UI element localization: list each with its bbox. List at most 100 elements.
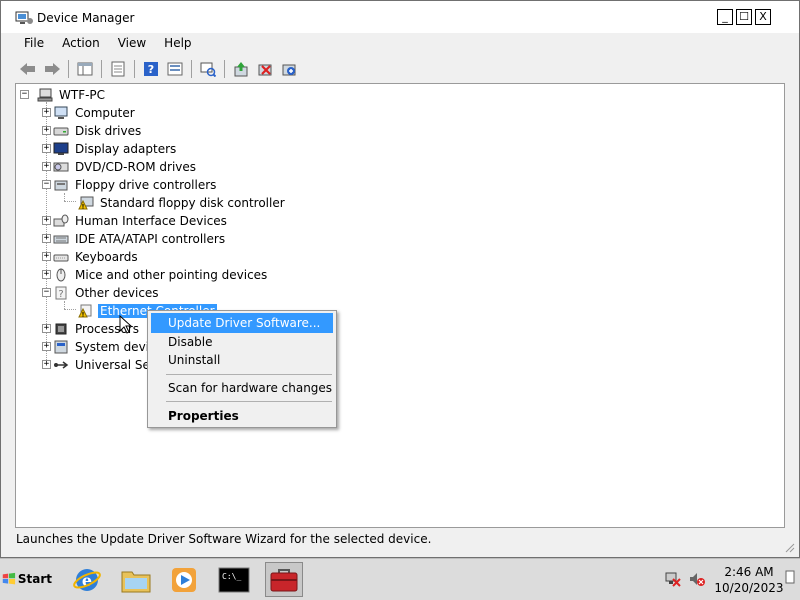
expand-icon[interactable]: + [42, 234, 51, 243]
tree-item-disk-drives[interactable]: + Disk drives [42, 122, 143, 140]
tree-item-other-devices[interactable]: − ? Other devices [42, 284, 161, 302]
help-icon[interactable]: ? [141, 59, 161, 79]
network-disconnected-icon[interactable] [664, 570, 682, 588]
collapse-icon[interactable]: − [42, 180, 51, 189]
back-arrow-icon[interactable] [18, 59, 38, 79]
toolbar-separator [101, 59, 102, 78]
system-device-icon [54, 340, 68, 354]
keyboard-icon [53, 254, 69, 262]
properties-sheet-icon[interactable] [108, 59, 128, 79]
tree-line [64, 193, 65, 201]
update-driver-icon[interactable] [231, 59, 251, 79]
tree-item-display-adapters[interactable]: + Display adapters [42, 140, 178, 158]
svg-text:C:\_: C:\_ [222, 572, 241, 581]
expand-icon[interactable]: + [42, 126, 51, 135]
toolbar-separator [68, 59, 69, 78]
expand-icon[interactable]: + [42, 162, 51, 171]
uninstall-icon[interactable] [255, 59, 275, 79]
tree-item-label: Other devices [75, 286, 159, 300]
title-bar[interactable]: Device Manager _ ☐ X [1, 1, 799, 33]
minimize-button[interactable]: _ [717, 9, 733, 25]
disk-drive-icon [53, 127, 69, 136]
tree-line [64, 201, 76, 202]
tree-item-label: Display adapters [75, 142, 177, 156]
tree-item-label: Disk drives [75, 124, 142, 138]
expand-icon[interactable]: + [42, 252, 51, 261]
internet-explorer-icon[interactable]: e [68, 562, 106, 597]
tree-item-label: DVD/CD-ROM drives [75, 160, 197, 174]
toolbar-separator [224, 59, 225, 78]
tree-item-label: Standard floppy disk controller [100, 196, 285, 210]
volume-muted-icon[interactable] [688, 570, 706, 588]
hid-icon [53, 214, 69, 227]
enable-device-icon[interactable] [279, 59, 299, 79]
tree-item-label: Floppy drive controllers [75, 178, 217, 192]
show-desktop-icon[interactable] [785, 569, 795, 587]
tree-item-keyboards[interactable]: + Keyboards [42, 248, 140, 266]
windows-logo-icon [2, 572, 16, 585]
warning-device-icon: ! [78, 304, 92, 318]
tree-line [64, 309, 76, 310]
start-button[interactable]: Start [2, 564, 52, 594]
window-title: Device Manager [37, 11, 135, 25]
tree-item-label: Keyboards [75, 250, 138, 264]
command-prompt-icon[interactable]: C:\_ [215, 562, 253, 597]
show-hide-tree-icon[interactable] [75, 59, 95, 79]
windows-explorer-icon[interactable] [117, 562, 155, 597]
clock-time: 2:46 AM [724, 565, 774, 579]
device-tree[interactable]: − WTF-PC + Computer + Disk drives + Disp… [15, 83, 785, 528]
collapse-icon[interactable]: − [42, 288, 51, 297]
dvd-drive-icon [53, 162, 69, 172]
view-icon[interactable] [165, 59, 185, 79]
tree-item-human-interface-devices[interactable]: + Human Interface Devices [42, 212, 229, 230]
status-bar: Launches the Update Driver Software Wiza… [16, 532, 432, 546]
maximize-button[interactable]: ☐ [736, 9, 752, 25]
taskbar-clock[interactable]: 2:46 AM 10/20/2023 [714, 562, 784, 598]
computer-icon [37, 88, 53, 102]
expand-icon[interactable]: + [42, 144, 51, 153]
resize-grip-icon[interactable] [785, 543, 795, 553]
menu-separator [166, 401, 332, 402]
tree-item-ide-controllers[interactable]: + IDE ATA/ATAPI controllers [42, 230, 227, 248]
clock-date: 10/20/2023 [714, 581, 784, 595]
tree-item-floppy-drive-controllers[interactable]: − Floppy drive controllers [42, 176, 218, 194]
expand-icon[interactable]: + [42, 324, 51, 333]
close-button[interactable]: X [755, 9, 771, 25]
mouse-icon [56, 268, 66, 282]
menu-help[interactable]: Help [155, 34, 200, 54]
menu-scan-hardware-changes[interactable]: Scan for hardware changes [151, 378, 333, 398]
ide-controller-icon [53, 235, 69, 244]
device-manager-icon [15, 11, 33, 24]
toolbar: ? [15, 56, 785, 81]
media-player-icon[interactable] [165, 562, 203, 597]
tree-line [64, 301, 65, 309]
unknown-device-icon: ? [55, 286, 67, 300]
tree-item-label: IDE ATA/ATAPI controllers [75, 232, 226, 246]
expand-icon[interactable]: + [42, 342, 51, 351]
tree-item-mice[interactable]: + Mice and other pointing devices [42, 266, 269, 284]
tree-item-computer[interactable]: + Computer [42, 104, 137, 122]
expand-icon[interactable]: + [42, 108, 51, 117]
tree-item-label: Human Interface Devices [75, 214, 227, 228]
expand-icon[interactable]: + [42, 270, 51, 279]
taskbar: Start e C:\_ 2:46 AM 10/20/2023 [0, 558, 800, 600]
menu-view[interactable]: View [109, 34, 155, 54]
expand-icon[interactable]: + [42, 216, 51, 225]
device-manager-window: Device Manager _ ☐ X File Action View He… [0, 0, 800, 558]
collapse-icon[interactable]: − [20, 90, 29, 99]
menu-properties[interactable]: Properties [151, 406, 333, 426]
menu-disable[interactable]: Disable [151, 332, 333, 352]
expand-icon[interactable]: + [42, 360, 51, 369]
menu-action[interactable]: Action [53, 34, 109, 54]
tree-root[interactable]: − WTF-PC [20, 86, 107, 104]
scan-hardware-icon[interactable] [198, 59, 218, 79]
tree-item-dvd-cdrom-drives[interactable]: + DVD/CD-ROM drives [42, 158, 198, 176]
tree-item-standard-floppy-disk-controller[interactable]: ! Standard floppy disk controller [78, 194, 287, 212]
svg-text:!: ! [82, 311, 85, 318]
device-manager-toolbox-icon[interactable] [265, 562, 303, 597]
forward-arrow-icon[interactable] [42, 59, 62, 79]
menu-file[interactable]: File [15, 34, 53, 54]
menu-uninstall[interactable]: Uninstall [151, 350, 333, 370]
menu-update-driver-software[interactable]: Update Driver Software... [151, 313, 333, 333]
warning-device-icon: ! [78, 196, 94, 210]
